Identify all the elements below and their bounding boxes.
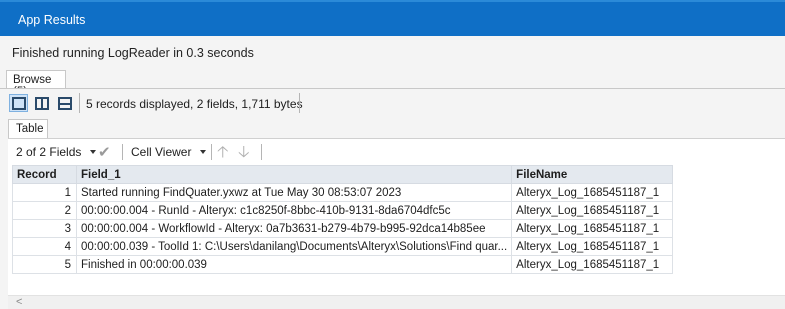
filename-cell[interactable]: Alteryx_Log_1685451187_1 xyxy=(511,183,674,202)
record-cell[interactable]: 1 xyxy=(12,183,77,202)
table-row[interactable]: 3 00:00:00.004 - WorkflowId - Alteryx: 0… xyxy=(12,219,674,238)
toolbar-separator xyxy=(122,144,123,160)
field-1-cell[interactable]: Finished in 00:00:00.039 xyxy=(75,255,513,274)
table-row[interactable]: 4 00:00:00.039 - ToolId 1: C:\Users\dani… xyxy=(12,237,674,256)
field-1-cell[interactable]: 00:00:00.004 - WorkflowId - Alteryx: 0a7… xyxy=(75,219,513,238)
filename-cell[interactable]: Alteryx_Log_1685451187_1 xyxy=(511,255,674,274)
title-bar: App Results xyxy=(0,0,785,36)
single-pane-icon xyxy=(12,97,26,110)
toolbar-separator xyxy=(261,144,262,160)
toolbar-separator xyxy=(79,93,80,113)
field-1-cell[interactable]: 00:00:00.004 - RunId - Alteryx: c1c8250f… xyxy=(75,201,513,220)
record-cell[interactable]: 5 xyxy=(12,255,77,274)
table-row[interactable]: 5 Finished in 00:00:00.039 Alteryx_Log_1… xyxy=(12,255,674,274)
vertical-split-layout-button[interactable] xyxy=(55,94,74,112)
column-header-field-1[interactable]: Field_1 xyxy=(75,165,513,184)
table-header-row: Record Field_1 FileName xyxy=(12,165,674,184)
single-pane-layout-button[interactable] xyxy=(9,94,28,112)
column-header-record[interactable]: Record xyxy=(12,165,77,184)
results-table: Record Field_1 FileName 1 Started runnin… xyxy=(12,165,674,274)
record-cell[interactable]: 2 xyxy=(12,201,77,220)
filename-cell[interactable]: Alteryx_Log_1685451187_1 xyxy=(511,237,674,256)
fields-selector[interactable]: 2 of 2 Fields xyxy=(16,145,81,159)
record-cell[interactable]: 3 xyxy=(12,219,77,238)
status-message: Finished running LogReader in 0.3 second… xyxy=(12,46,254,60)
field-1-cell[interactable]: Started running FindQuater.yxwz at Tue M… xyxy=(75,183,513,202)
field-1-cell[interactable]: 00:00:00.039 - ToolId 1: C:\Users\danila… xyxy=(75,237,513,256)
column-header-filename[interactable]: FileName xyxy=(511,165,674,184)
tab-table[interactable]: Table xyxy=(8,119,48,139)
cell-viewer-dropdown-icon[interactable] xyxy=(200,150,206,154)
records-info: 5 records displayed, 2 fields, 1,711 byt… xyxy=(86,97,303,111)
table-toolbar: 2 of 2 Fields ✔ Cell Viewer 🡡 🡣 xyxy=(8,141,785,163)
filename-cell[interactable]: Alteryx_Log_1685451187_1 xyxy=(511,219,674,238)
record-cell[interactable]: 4 xyxy=(12,237,77,256)
fields-dropdown-icon[interactable] xyxy=(90,150,96,154)
browse-toolbar: 5 records displayed, 2 fields, 1,711 byt… xyxy=(0,89,785,115)
toolbar-separator xyxy=(299,93,300,113)
toolbar-separator xyxy=(211,144,212,160)
arrow-up-icon[interactable]: 🡡 xyxy=(217,141,229,168)
horizontal-scrollbar[interactable]: < xyxy=(8,295,785,309)
scroll-left-icon[interactable]: < xyxy=(16,296,22,308)
arrow-down-icon[interactable]: 🡣 xyxy=(238,141,250,168)
tab-browse[interactable]: Browse (5) xyxy=(6,70,66,98)
table-row[interactable]: 1 Started running FindQuater.yxwz at Tue… xyxy=(12,183,674,202)
window-title: App Results xyxy=(18,13,86,27)
table-row[interactable]: 2 00:00:00.004 - RunId - Alteryx: c1c825… xyxy=(12,201,674,220)
checkmark-icon[interactable]: ✔ xyxy=(98,143,111,161)
horizontal-split-layout-button[interactable] xyxy=(32,94,51,112)
cell-viewer-button[interactable]: Cell Viewer xyxy=(131,145,191,159)
filename-cell[interactable]: Alteryx_Log_1685451187_1 xyxy=(511,201,674,220)
